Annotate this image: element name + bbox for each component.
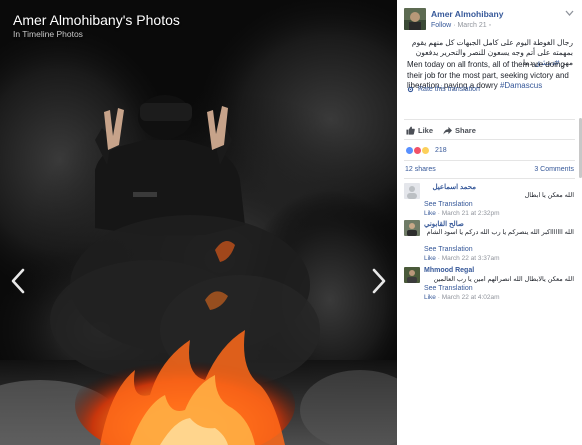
share-label[interactable]: Share <box>455 126 476 135</box>
commenter-avatar[interactable] <box>404 220 420 236</box>
like-button[interactable]: Like <box>406 126 433 135</box>
author-avatar[interactable] <box>404 8 426 30</box>
like-label[interactable]: Like <box>418 126 433 135</box>
photo-viewer: Amer Almohibany's Photos In Timeline Pho… <box>0 0 397 445</box>
divider <box>404 160 575 161</box>
comment-like-link[interactable]: Like <box>424 294 436 301</box>
comment-footer: Like · March 22 at 3:37am <box>424 255 500 262</box>
comment-text: الله معكن يا ابطال <box>524 192 574 199</box>
album-subtitle[interactable]: In Timeline Photos <box>13 29 83 39</box>
comment-text: الله معكن يالابطال الله انصرالهم امين يا… <box>433 276 574 283</box>
see-translation-link[interactable]: See Translation <box>424 246 473 253</box>
person-figure <box>95 95 245 236</box>
english-hashtag[interactable]: #Damascus <box>500 81 542 90</box>
reactions-summary[interactable]: 218 <box>405 146 447 155</box>
comment-text: الله اااااااكبر الله ينصركم يا رب الله د… <box>426 229 574 236</box>
album-title[interactable]: Amer Almohibany's Photos <box>13 12 180 28</box>
comment-date[interactable]: March 22 at 3:37am <box>442 255 500 262</box>
commenter-avatar[interactable] <box>404 267 420 283</box>
rate-translation[interactable]: Rate this translation <box>407 86 480 93</box>
comment-item: صالح القابوني الله اااااااكبر الله ينصرك… <box>404 220 576 266</box>
share-arrow-icon <box>443 126 453 135</box>
comment-item: محمد اسماعيل الله معكن يا ابطال See Tran… <box>404 183 576 219</box>
chevron-left-icon[interactable] <box>10 268 26 294</box>
globe-icon: ◦ <box>488 22 492 29</box>
commenter-name[interactable]: صالح القابوني <box>424 220 464 228</box>
post-date[interactable]: March 21 <box>457 22 486 29</box>
comment-date[interactable]: March 21 at 2:32pm <box>442 210 500 217</box>
divider <box>404 139 575 140</box>
post-author[interactable]: Amer Almohibany <box>431 9 503 19</box>
comment-item: Mhmood Regal الله معكن يالابطال الله انص… <box>404 267 576 307</box>
commenter-name[interactable]: Mhmood Regal <box>424 267 474 274</box>
comment-footer: Like · March 22 at 4:02am <box>424 294 500 301</box>
share-button[interactable]: Share <box>443 126 476 135</box>
post-meta: Follow · March 21 ◦ <box>431 22 491 29</box>
commenter-name[interactable]: محمد اسماعيل <box>424 183 476 191</box>
chevron-down-icon[interactable] <box>565 10 574 16</box>
post-header: Amer Almohibany Follow · March 21 ◦ <box>404 7 576 33</box>
gear-icon <box>407 86 414 93</box>
chevron-right-icon[interactable] <box>371 268 387 294</box>
post-actions: Like Share <box>406 126 476 135</box>
shares-count[interactable]: 12 shares <box>405 166 436 173</box>
comment-footer: Like · March 21 at 2:32pm <box>424 210 500 217</box>
thumbs-up-icon <box>406 126 415 135</box>
commenter-avatar[interactable] <box>404 183 420 199</box>
comment-like-link[interactable]: Like <box>424 210 436 217</box>
rate-translation-label[interactable]: Rate this translation <box>418 86 480 93</box>
see-translation-link[interactable]: See Translation <box>424 201 473 208</box>
divider <box>404 178 575 179</box>
post-panel: Amer Almohibany Follow · March 21 ◦ رجال… <box>397 0 582 445</box>
comment-date[interactable]: March 22 at 4:02am <box>442 294 500 301</box>
divider <box>404 119 575 120</box>
comments-count[interactable]: 3 Comments <box>534 166 574 173</box>
see-translation-link[interactable]: See Translation <box>424 285 473 292</box>
follow-link[interactable]: Follow <box>431 22 451 29</box>
wow-reaction-icon <box>421 146 430 155</box>
comment-like-link[interactable]: Like <box>424 255 436 262</box>
protest-photo <box>0 0 397 445</box>
reaction-count[interactable]: 218 <box>435 147 447 154</box>
